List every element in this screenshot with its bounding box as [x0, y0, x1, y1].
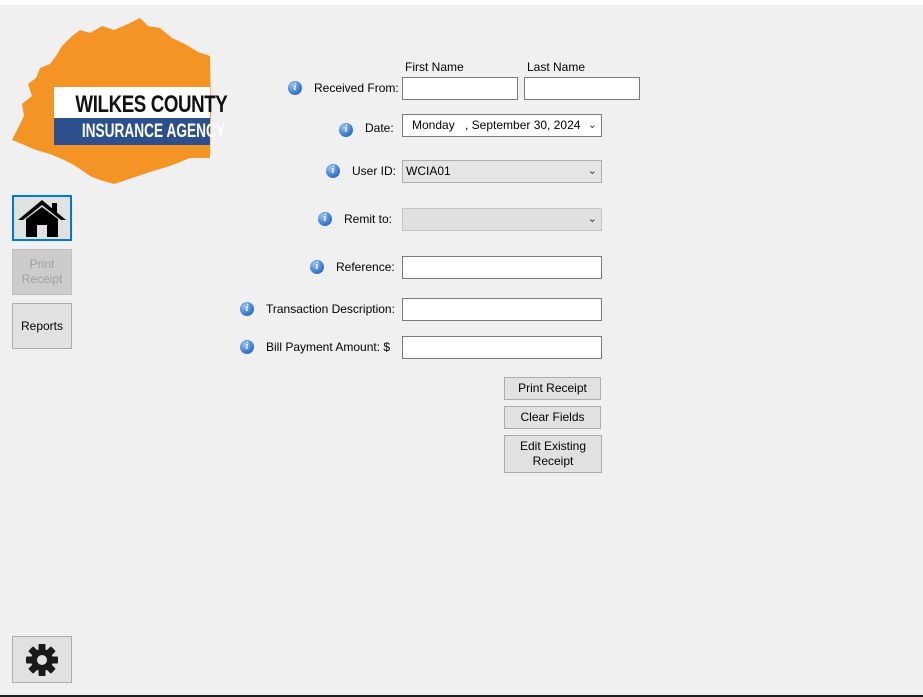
bill-payment-amount-label: Bill Payment Amount: $ [266, 340, 391, 354]
reference-input[interactable] [402, 256, 602, 279]
date-info-icon[interactable]: i [339, 123, 353, 137]
received-from-label: Received From: [314, 81, 399, 95]
last-name-header: Last Name [527, 60, 586, 74]
settings-button[interactable] [12, 636, 72, 683]
remit-to-info-icon[interactable]: i [318, 212, 332, 226]
reference-info-icon[interactable]: i [310, 260, 324, 274]
chevron-down-icon[interactable]: ⌄ [588, 161, 597, 182]
gear-icon [26, 643, 58, 676]
remit-to-select[interactable]: ⌄ [402, 208, 602, 231]
house-icon [18, 200, 66, 237]
logo-subtitle: INSURANCE AGENCY [54, 118, 225, 145]
clear-fields-button[interactable]: Clear Fields [504, 406, 601, 429]
bill-payment-amount-input[interactable] [402, 336, 602, 359]
user-id-value: WCIA01 [406, 164, 451, 178]
user-id-label: User ID: [352, 164, 397, 178]
edit-existing-receipt-button[interactable]: Edit Existing Receipt [504, 435, 602, 473]
reports-button[interactable]: Reports [12, 303, 72, 349]
user-id-select[interactable]: WCIA01 ⌄ [402, 160, 602, 183]
chevron-down-icon[interactable]: ⌄ [588, 209, 597, 230]
window-top-edge [0, 0, 923, 5]
remit-to-label: Remit to: [344, 212, 393, 226]
date-picker[interactable]: Monday , September 30, 2024 ⌄ [402, 114, 602, 137]
transaction-description-info-icon[interactable]: i [240, 302, 254, 316]
date-label: Date: [365, 121, 394, 135]
sidebar-print-receipt-button[interactable]: Print Receipt [12, 249, 72, 295]
bill-payment-amount-info-icon[interactable]: i [240, 340, 254, 354]
date-weekday: Monday [412, 118, 455, 132]
home-button[interactable] [12, 195, 72, 241]
chevron-down-icon[interactable]: ⌄ [588, 115, 597, 136]
company-logo: WILKES COUNTY INSURANCE AGENCY [10, 16, 228, 186]
print-receipt-button[interactable]: Print Receipt [504, 377, 601, 400]
transaction-description-input[interactable] [402, 298, 602, 321]
first-name-header: First Name [405, 60, 464, 74]
first-name-input[interactable] [402, 77, 518, 100]
reference-label: Reference: [336, 260, 395, 274]
date-value: , September 30, 2024 [465, 118, 581, 132]
received-from-info-icon[interactable]: i [288, 81, 302, 95]
user-id-info-icon[interactable]: i [326, 164, 340, 178]
last-name-input[interactable] [524, 77, 640, 100]
transaction-description-label: Transaction Description: [266, 302, 395, 316]
